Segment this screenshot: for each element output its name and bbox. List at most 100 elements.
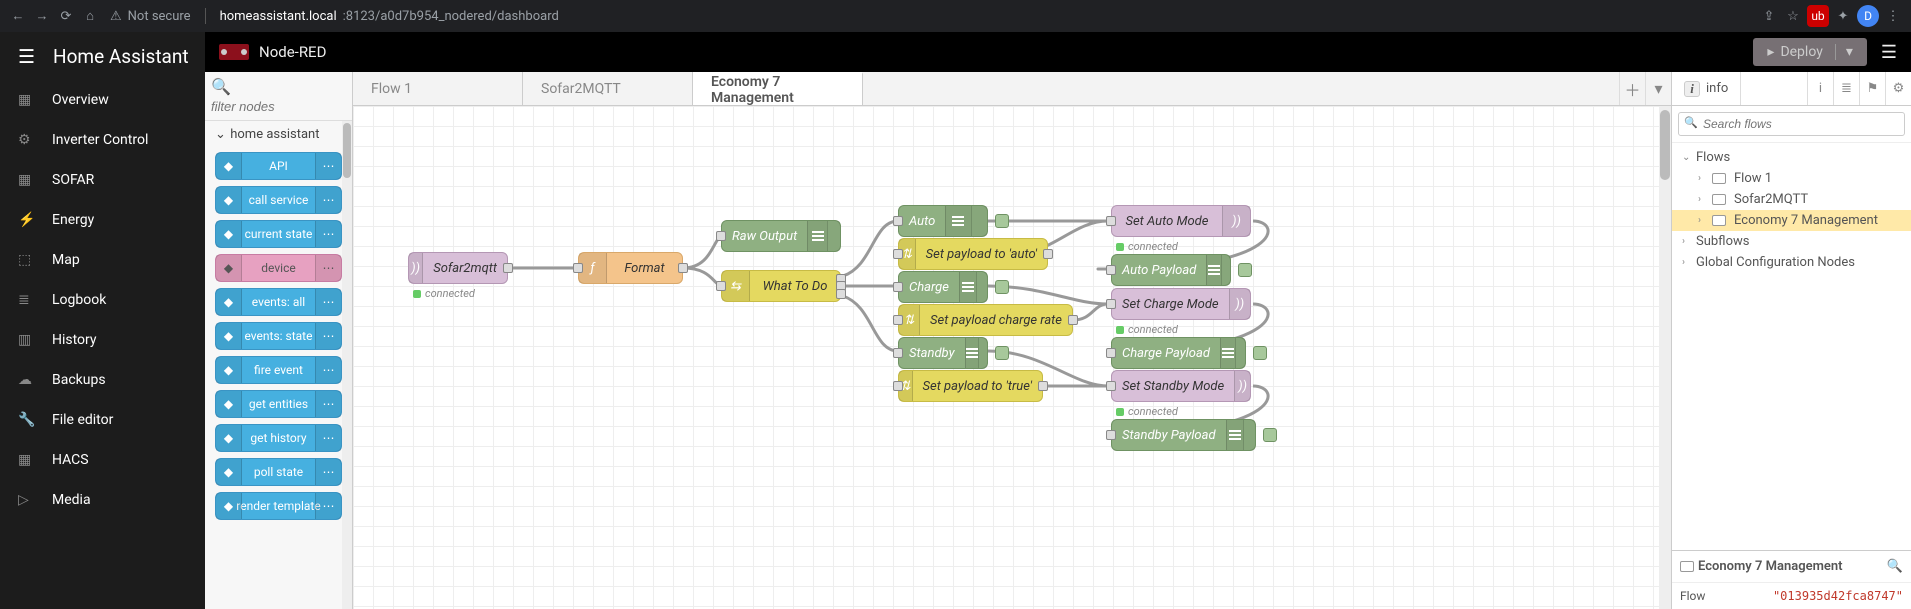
tab-economy-7-management[interactable]: Economy 7 Management (693, 72, 863, 105)
palette-node-get-history[interactable]: ◆get history⋯ (215, 424, 342, 452)
sidebar-item-logbook[interactable]: ≣Logbook (0, 280, 205, 320)
palette-node-icon: ◆ (216, 493, 242, 519)
node-sofar2mqtt[interactable]: )) Sofar2mqtt connected (408, 252, 508, 284)
palette-node-fire-event[interactable]: ◆fire event⋯ (215, 356, 342, 384)
profile-avatar[interactable]: D (1857, 5, 1879, 27)
sidebar-item-file-editor[interactable]: 🔧File editor (0, 400, 205, 440)
node-label: Format (607, 261, 682, 276)
node-raw-output[interactable]: Raw Output (721, 220, 841, 252)
sidebar-item-history[interactable]: ▥History (0, 320, 205, 360)
debug-toggle[interactable] (1243, 420, 1255, 450)
node-auto[interactable]: Auto (898, 205, 988, 237)
info-search-input[interactable] (1678, 112, 1905, 136)
palette-node-icon: ◆ (216, 153, 242, 179)
debug-enable-square[interactable] (995, 346, 1009, 360)
ha-sidebar: ☰ Home Assistant ▦Overview⚙Inverter Cont… (0, 32, 205, 609)
share-icon[interactable]: ⇪ (1757, 9, 1781, 24)
tree-sofar2mqtt[interactable]: ›Sofar2MQTT (1672, 189, 1911, 210)
tree-subflows[interactable]: ›Subflows (1672, 231, 1911, 252)
debug-toggle[interactable] (978, 338, 987, 368)
sidebar-item-overview[interactable]: ▦Overview (0, 80, 205, 120)
bookmark-star-icon[interactable]: ☆ (1781, 9, 1805, 24)
sidebar-item-icon: ▦ (18, 92, 52, 108)
add-tab-button[interactable]: ＋ (1619, 72, 1645, 105)
flow-canvas[interactable]: )) Sofar2mqtt connected ƒ Format Raw Out… (353, 106, 1671, 609)
node-set-payload-auto[interactable]: ⇅ Set payload to 'auto' (898, 238, 1048, 270)
canvas-scrollbar[interactable] (1659, 106, 1671, 609)
palette-node-device[interactable]: ◆device⋯ (215, 254, 342, 282)
info-config-button[interactable]: ⚑ (1859, 72, 1885, 105)
palette-node-call-service[interactable]: ◆call service⋯ (215, 186, 342, 214)
node-set-auto-mode[interactable]: Set Auto Mode )) connected (1111, 205, 1251, 237)
node-set-payload-true[interactable]: ⇅ Set payload to 'true' (898, 370, 1043, 402)
palette-node-get-entities[interactable]: ◆get entities⋯ (215, 390, 342, 418)
tree-global[interactable]: ›Global Configuration Nodes (1672, 252, 1911, 273)
node-standby-payload[interactable]: Standby Payload (1111, 419, 1256, 451)
extension-ublock-icon[interactable]: ub (1807, 5, 1829, 27)
tree-flows[interactable]: ⌄Flows (1672, 147, 1911, 168)
mqtt-out-icon: )) (1222, 206, 1250, 236)
node-set-standby-mode[interactable]: Set Standby Mode )) connected (1111, 370, 1251, 402)
tree-flow1[interactable]: ›Flow 1 (1672, 168, 1911, 189)
reload-button[interactable]: ⟳ (54, 9, 78, 24)
sidebar-item-media[interactable]: ▷Media (0, 480, 205, 520)
sidebar-item-sofar[interactable]: ▦SOFAR (0, 160, 205, 200)
main-menu-icon[interactable]: ☰ (1881, 42, 1897, 63)
home-button[interactable]: ⌂ (78, 8, 102, 24)
debug-enable-square[interactable] (995, 280, 1009, 294)
forward-button[interactable]: → (30, 8, 54, 24)
search-icon[interactable]: 🔍 (1887, 559, 1903, 574)
debug-toggle[interactable] (1235, 338, 1245, 368)
debug-toggle[interactable] (976, 272, 987, 302)
debug-enable-square[interactable] (995, 214, 1009, 228)
palette-node-icon: ⋯ (315, 323, 341, 349)
node-what-to-do[interactable]: ⇆ What To Do (721, 270, 841, 302)
debug-toggle[interactable] (827, 221, 840, 251)
info-debug-button[interactable]: ≣ (1833, 72, 1859, 105)
sidebar-item-hacs[interactable]: ▦HACS (0, 440, 205, 480)
debug-enable-square[interactable] (1253, 346, 1267, 360)
sidebar-item-label: Media (52, 492, 91, 508)
tab-info[interactable]: iinfo (1672, 72, 1741, 105)
node-standby[interactable]: Standby (898, 337, 988, 369)
extensions-icon[interactable]: ✦ (1831, 9, 1855, 24)
node-auto-payload[interactable]: Auto Payload (1111, 254, 1231, 286)
info-settings-button[interactable]: ⚙ (1885, 72, 1911, 105)
node-set-payload-rate[interactable]: ⇅ Set payload charge rate (898, 304, 1073, 336)
sidebar-item-map[interactable]: ⬚Map (0, 240, 205, 280)
node-set-charge-mode[interactable]: Set Charge Mode )) connected (1111, 288, 1251, 320)
palette-node-events-all[interactable]: ◆events: all⋯ (215, 288, 342, 316)
palette-category[interactable]: ⌄ home assistant (205, 121, 352, 148)
switch-icon: ⇆ (722, 271, 750, 301)
debug-enable-square[interactable] (1238, 263, 1252, 277)
tabs-menu-button[interactable]: ▾ (1645, 72, 1671, 105)
back-button[interactable]: ← (6, 8, 30, 24)
debug-toggle[interactable] (971, 206, 987, 236)
info-help-button[interactable]: i (1807, 72, 1833, 105)
sidebar-item-inverter-control[interactable]: ⚙Inverter Control (0, 120, 205, 160)
node-charge-payload[interactable]: Charge Payload (1111, 337, 1246, 369)
debug-toggle[interactable] (1221, 255, 1230, 285)
menu-icon[interactable]: ☰ (18, 45, 35, 68)
address-bar[interactable]: ⚠ Not secure homeassistant.local:8123/a0… (110, 8, 559, 24)
sidebar-item-energy[interactable]: ⚡Energy (0, 200, 205, 240)
node-charge[interactable]: Charge (898, 271, 988, 303)
deploy-button[interactable]: ▸ Deploy ▾ (1753, 38, 1866, 66)
palette-node-render-template[interactable]: ◆render template⋯ (215, 492, 342, 520)
palette-node-API[interactable]: ◆API⋯ (215, 152, 342, 180)
palette-node-current-state[interactable]: ◆current state⋯ (215, 220, 342, 248)
debug-enable-square[interactable] (1263, 428, 1277, 442)
node-format[interactable]: ƒ Format (578, 252, 683, 284)
sidebar-item-backups[interactable]: ☁Backups (0, 360, 205, 400)
palette-scrollbar[interactable] (342, 121, 352, 609)
kebab-menu-icon[interactable]: ⋮ (1881, 9, 1905, 24)
tab-flow-1[interactable]: Flow 1 (353, 72, 523, 105)
palette-node-poll-state[interactable]: ◆poll state⋯ (215, 458, 342, 486)
node-port-out[interactable] (503, 263, 513, 273)
palette-node-icon: ⋯ (315, 153, 341, 179)
tab-sofar2mqtt[interactable]: Sofar2MQTT (523, 72, 693, 105)
palette-node-events-state[interactable]: ◆events: state⋯ (215, 322, 342, 350)
tree-eco7[interactable]: ›Economy 7 Management (1672, 210, 1911, 231)
palette-filter-input[interactable] (211, 99, 346, 114)
deploy-caret-icon[interactable]: ▾ (1835, 44, 1853, 60)
